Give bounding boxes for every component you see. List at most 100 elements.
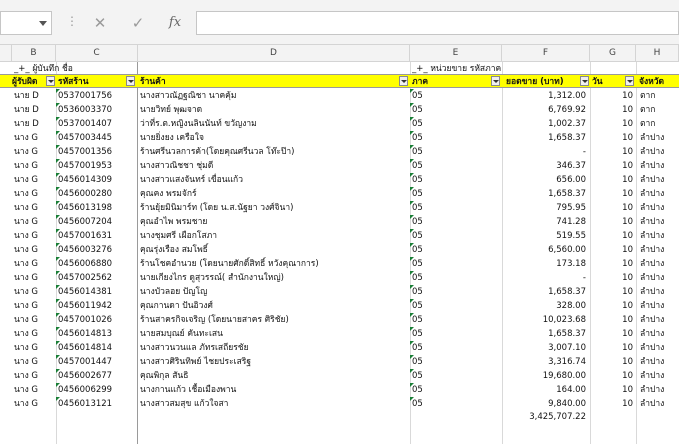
cell-shop[interactable]: นางสาวศิรินทิพย์ ไชยประเสริฐ xyxy=(140,355,408,369)
cell-shop-code[interactable]: 0457001356 xyxy=(58,145,134,159)
cell-day[interactable]: 10 xyxy=(592,397,633,411)
cell-day[interactable]: 10 xyxy=(592,173,633,187)
cell-region[interactable]: 05 xyxy=(412,383,498,397)
cell-owner[interactable]: นาย D xyxy=(14,89,54,103)
cell-province[interactable]: ลำปาง xyxy=(640,383,679,397)
header-day[interactable]: วัน xyxy=(592,75,622,89)
cell-sales[interactable]: 6,769.92 xyxy=(504,103,586,117)
cell-sales[interactable]: 328.00 xyxy=(504,299,586,313)
cell-shop[interactable]: นางสาวนวนแล ภัทรเสถียรชัย xyxy=(140,341,408,355)
cell-owner[interactable]: นาง G xyxy=(14,201,54,215)
column-header-b[interactable]: B xyxy=(12,45,56,62)
cell-region[interactable]: 05 xyxy=(412,243,498,257)
cell-province[interactable]: ลำปาง xyxy=(640,159,679,173)
filter-dropdown-icon[interactable] xyxy=(580,76,589,86)
cell-day[interactable]: 10 xyxy=(592,145,633,159)
cell-sales[interactable]: 3,007.10 xyxy=(504,341,586,355)
cell-shop[interactable]: คุณกานดา ปันอิวงศ์ xyxy=(140,299,408,313)
cell-owner[interactable]: นาง G xyxy=(14,173,54,187)
cell-sales[interactable]: 6,560.00 xyxy=(504,243,586,257)
cell-owner[interactable]: นาง G xyxy=(14,285,54,299)
cell-day[interactable]: 10 xyxy=(592,201,633,215)
cell-owner[interactable]: นาง G xyxy=(14,397,54,411)
cell-province[interactable]: ตาก xyxy=(640,89,679,103)
cell-region[interactable]: 05 xyxy=(412,187,498,201)
cell-shop-code[interactable]: 0537001756 xyxy=(58,89,134,103)
cell-owner[interactable]: นาง G xyxy=(14,229,54,243)
cell-owner[interactable]: นาง G xyxy=(14,159,54,173)
cell-shop-code[interactable]: 0457001447 xyxy=(58,355,134,369)
cell-region[interactable]: 05 xyxy=(412,215,498,229)
cell-day[interactable]: 10 xyxy=(592,327,633,341)
cell-sales[interactable]: 795.95 xyxy=(504,201,586,215)
cell-day[interactable]: 10 xyxy=(592,131,633,145)
cell-province[interactable]: ลำปาง xyxy=(640,215,679,229)
cell-owner[interactable]: นาย D xyxy=(14,117,54,131)
cell-owner[interactable]: นาง G xyxy=(14,327,54,341)
cell-shop-code[interactable]: 0457002562 xyxy=(58,271,134,285)
column-header-g[interactable]: G xyxy=(590,45,636,62)
cell-shop-code[interactable]: 0456013121 xyxy=(58,397,134,411)
cell-shop[interactable]: นางสาวสมสุข แก้วใจสา xyxy=(140,397,408,411)
cell-province[interactable]: ลำปาง xyxy=(640,201,679,215)
cell-shop[interactable]: นายยิ่งยง เครือใจ xyxy=(140,131,408,145)
enter-icon[interactable]: ✓ xyxy=(127,12,149,34)
formula-input[interactable] xyxy=(196,11,679,35)
cell-sales[interactable]: 1,658.37 xyxy=(504,327,586,341)
cell-shop[interactable]: ร้านยุ้ยมินิมาร์ท (โดย น.ส.นัฐยา วงศ์จิน… xyxy=(140,201,408,215)
filter-dropdown-icon[interactable] xyxy=(625,76,634,86)
cell-day[interactable]: 10 xyxy=(592,229,633,243)
cell-region[interactable]: 05 xyxy=(412,327,498,341)
cell-sales[interactable]: 656.00 xyxy=(504,173,586,187)
cell-day[interactable]: 10 xyxy=(592,257,633,271)
drag-handle-icon[interactable]: ⋮ xyxy=(66,14,78,32)
cell-province[interactable]: ลำปาง xyxy=(640,341,679,355)
cell-shop[interactable]: นางสาวณิชชา ชุ่มดี xyxy=(140,159,408,173)
cell-shop[interactable]: คุณอำไพ พรมชาย xyxy=(140,215,408,229)
cell-day[interactable]: 10 xyxy=(592,285,633,299)
cell-owner[interactable]: นาง G xyxy=(14,257,54,271)
cell-province[interactable]: ลำปาง xyxy=(640,285,679,299)
cell-region[interactable]: 05 xyxy=(412,299,498,313)
cell-province[interactable]: ลำปาง xyxy=(640,355,679,369)
cell-shop-code[interactable]: 0456014309 xyxy=(58,173,134,187)
cell-shop-code[interactable]: 0457001953 xyxy=(58,159,134,173)
cell-owner[interactable]: นาง G xyxy=(14,187,54,201)
cell-province[interactable]: ลำปาง xyxy=(640,397,679,411)
cell-region[interactable]: 05 xyxy=(412,131,498,145)
cell-day[interactable]: 10 xyxy=(592,299,633,313)
cell-owner[interactable]: นาง G xyxy=(14,299,54,313)
cell-region[interactable]: 05 xyxy=(412,229,498,243)
cell-shop-code[interactable]: 0456006299 xyxy=(58,383,134,397)
cell-sales[interactable]: 1,312.00 xyxy=(504,89,586,103)
cell-shop[interactable]: ว่าที่ร.ต.หญิงนลินนันท์ ขวัญงาม xyxy=(140,117,408,131)
cell-region[interactable]: 05 xyxy=(412,117,498,131)
column-header-e[interactable]: E xyxy=(410,45,502,62)
cell-sales[interactable]: 741.28 xyxy=(504,215,586,229)
cell-shop[interactable]: นางบัวลอย ปัญโญ xyxy=(140,285,408,299)
cell-shop-code[interactable]: 0456014813 xyxy=(58,327,134,341)
select-all-corner[interactable] xyxy=(0,45,12,62)
cell-province[interactable]: ลำปาง xyxy=(640,229,679,243)
cell-region[interactable]: 05 xyxy=(412,369,498,383)
header-shop[interactable]: ร้านค้า xyxy=(140,75,395,89)
cell-shop[interactable]: นางชุมศรี เผือกโสภา xyxy=(140,229,408,243)
cell-shop-code[interactable]: 0456014381 xyxy=(58,285,134,299)
cell-day[interactable]: 10 xyxy=(592,187,633,201)
cell-region[interactable]: 05 xyxy=(412,201,498,215)
cell-owner[interactable]: นาง G xyxy=(14,313,54,327)
chevron-down-icon[interactable] xyxy=(39,21,47,26)
cell-region[interactable]: 05 xyxy=(412,89,498,103)
filter-dropdown-icon[interactable] xyxy=(46,76,55,86)
column-header-f[interactable]: F xyxy=(502,45,590,62)
cell-province[interactable]: ลำปาง xyxy=(640,271,679,285)
cell-region[interactable]: 05 xyxy=(412,257,498,271)
cell-sales[interactable]: 346.37 xyxy=(504,159,586,173)
header-sales[interactable]: ยอดขาย (บาท) xyxy=(506,75,580,89)
column-header-c[interactable]: C xyxy=(56,45,138,62)
cell-day[interactable]: 10 xyxy=(592,89,633,103)
cell-owner[interactable]: นาง G xyxy=(14,215,54,229)
header-shop-code[interactable]: รหัสร้าน xyxy=(58,75,122,89)
cell-shop-code[interactable]: 0457001631 xyxy=(58,229,134,243)
cancel-icon[interactable]: ✕ xyxy=(89,12,111,34)
